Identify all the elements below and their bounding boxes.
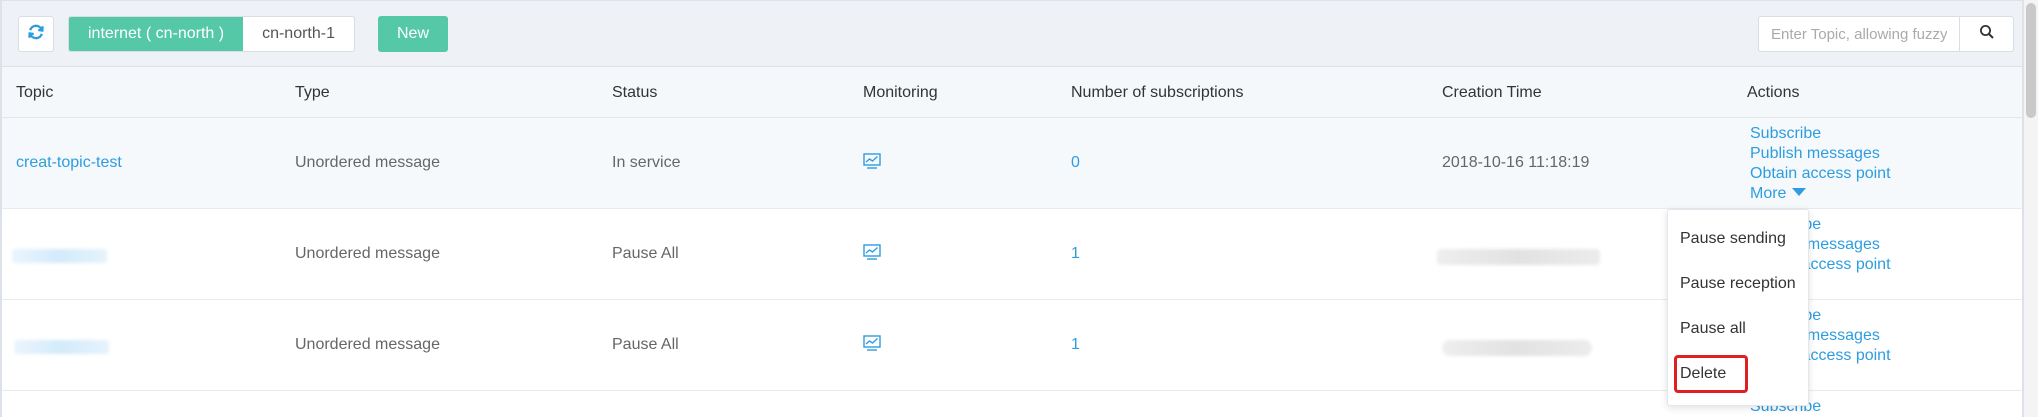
subscriptions-count-link[interactable]: 1 <box>1071 300 1080 390</box>
region-switcher: internet ( cn-north ) cn-north-1 <box>68 16 355 52</box>
topic-link-redacted[interactable] <box>12 249 107 263</box>
caret-down-icon <box>1792 188 1807 196</box>
status-cell: Pause All <box>612 336 679 353</box>
column-header-type: Type <box>295 84 330 101</box>
type-cell: Unordered message <box>295 245 440 262</box>
vertical-scrollbar[interactable] <box>2024 0 2038 417</box>
toolbar: internet ( cn-north ) cn-north-1 New <box>2 0 2022 67</box>
creation-time-redacted <box>1437 249 1600 265</box>
status-cell: In service <box>612 154 681 171</box>
table-header: Topic Type Status Monitoring Number of s… <box>2 67 2022 118</box>
subscriptions-count-link[interactable]: 1 <box>1071 209 1080 299</box>
status-cell: Pause All <box>612 245 679 262</box>
delete-menu-item[interactable]: Delete <box>1680 365 1726 383</box>
column-header-monitoring: Monitoring <box>863 84 938 101</box>
creation-time-cell: 2018-10-16 11:18:19 <box>1442 154 1590 171</box>
subscriptions-count-link[interactable]: 0 <box>1071 118 1080 208</box>
row-actions: Subscribe Publish messages Obtain access… <box>1750 124 1891 204</box>
region-tab-cn-north-1[interactable]: cn-north-1 <box>243 17 354 51</box>
monitoring-chart-icon[interactable] <box>863 335 881 356</box>
more-actions-dropdown: Pause sending Pause reception Pause all … <box>1667 209 1809 406</box>
search-icon <box>1979 24 1995 45</box>
topic-search-input[interactable] <box>1758 16 1960 52</box>
column-header-subscriptions: Number of subscriptions <box>1071 84 1244 101</box>
region-tab-internet-cn-north[interactable]: internet ( cn-north ) <box>69 17 244 51</box>
pause-reception-menu-item[interactable]: Pause reception <box>1680 275 1796 293</box>
column-header-creation-time: Creation Time <box>1442 84 1542 101</box>
monitoring-chart-icon[interactable] <box>863 153 881 174</box>
obtain-access-point-link[interactable]: Obtain access point <box>1750 164 1891 184</box>
search-button[interactable] <box>1959 16 2014 52</box>
topic-link[interactable]: creat-topic-test <box>16 118 122 208</box>
refresh-button[interactable] <box>18 16 54 52</box>
topic-link-redacted[interactable] <box>14 340 109 354</box>
pause-all-menu-item[interactable]: Pause all <box>1680 320 1746 338</box>
publish-messages-link[interactable]: Publish messages <box>1750 144 1891 164</box>
type-cell: Unordered message <box>295 336 440 353</box>
more-label: More <box>1750 185 1787 202</box>
table-row: creat-topic-test Unordered message In se… <box>2 118 2022 209</box>
more-actions-toggle[interactable]: More <box>1750 184 1891 204</box>
column-header-topic: Topic <box>16 84 54 101</box>
scrollbar-thumb[interactable] <box>2026 3 2036 118</box>
column-header-actions: Actions <box>1747 84 1800 101</box>
refresh-icon <box>27 23 45 46</box>
type-cell: Unordered message <box>295 154 440 171</box>
subscribe-link[interactable]: Subscribe <box>1750 124 1891 144</box>
column-header-status: Status <box>612 84 658 101</box>
pause-sending-menu-item[interactable]: Pause sending <box>1680 230 1786 248</box>
creation-time-redacted <box>1442 340 1592 356</box>
monitoring-chart-icon[interactable] <box>863 244 881 265</box>
new-topic-button[interactable]: New <box>378 16 448 52</box>
